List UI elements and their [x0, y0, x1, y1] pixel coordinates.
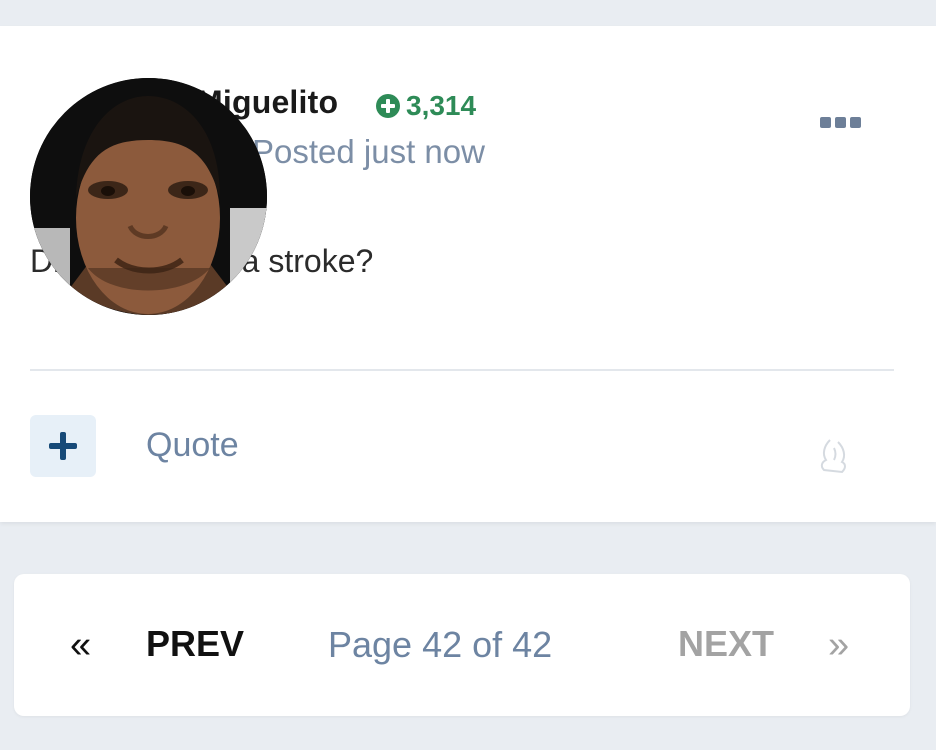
- divider: [30, 369, 894, 371]
- menu-dot: [820, 117, 831, 128]
- menu-dot: [835, 117, 846, 128]
- plus-icon-bar: [49, 443, 77, 449]
- plus-circle-icon: [376, 94, 400, 118]
- menu-dot: [850, 117, 861, 128]
- next-button: NEXT: [678, 623, 775, 664]
- reputation-value: 3,314: [406, 90, 477, 121]
- page-indicator[interactable]: Page 42 of 42: [328, 624, 552, 666]
- quote-button[interactable]: Quote: [146, 426, 239, 465]
- avatar-image: [30, 78, 267, 315]
- prev-button[interactable]: PREV: [146, 623, 244, 665]
- reputation-badge: 3,314: [376, 90, 476, 122]
- reaction-icon[interactable]: [816, 436, 852, 476]
- avatar[interactable]: [30, 78, 267, 315]
- post-time: Posted just now: [252, 133, 485, 170]
- first-page-icon[interactable]: «: [70, 624, 91, 667]
- last-page-icon: »: [828, 624, 850, 666]
- add-button[interactable]: [30, 415, 96, 477]
- more-options-icon[interactable]: [820, 117, 861, 128]
